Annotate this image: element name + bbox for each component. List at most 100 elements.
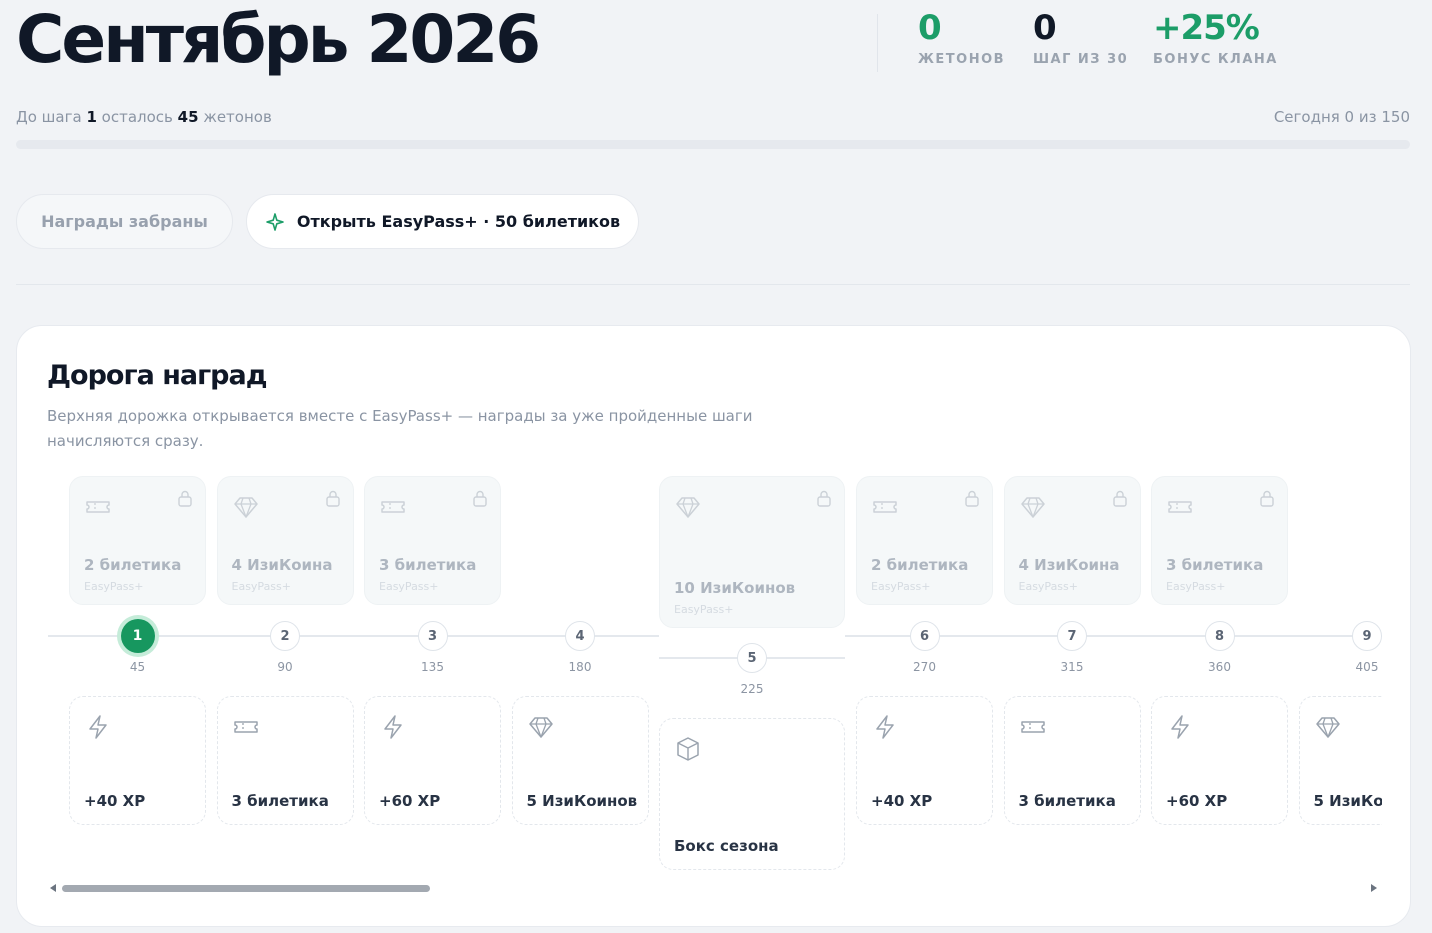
- free-reward-label: 5 ИзиКоинов: [1313, 792, 1383, 810]
- free-reward-label: +60 XP: [379, 792, 441, 810]
- diamond-icon: [1019, 493, 1047, 521]
- premium-tag: EasyPass+: [1166, 580, 1226, 593]
- premium-reward-tile[interactable]: 3 билетика EasyPass+: [364, 476, 501, 605]
- free-reward-tile[interactable]: 3 билетика: [216, 696, 354, 825]
- lock-icon: [325, 489, 341, 507]
- ticket-icon: [871, 493, 899, 521]
- premium-tag: EasyPass+: [379, 580, 439, 593]
- step-token-value: 360: [1208, 660, 1231, 674]
- step-token-value: 405: [1355, 660, 1379, 674]
- step-node[interactable]: 3: [417, 621, 448, 651]
- free-reward-label: +60 XP: [1166, 792, 1228, 810]
- free-reward-label: 3 билетика: [231, 792, 329, 810]
- premium-reward-tile[interactable]: 4 ИзиКоина EasyPass+: [216, 476, 354, 605]
- free-reward-label: +40 XP: [84, 792, 146, 810]
- ticket-icon: [232, 713, 260, 741]
- premium-reward-tile[interactable]: 10 ИзиКоинов EasyPass+: [659, 476, 845, 628]
- step-node[interactable]: 5: [737, 643, 767, 673]
- ticket-icon: [84, 493, 112, 521]
- lock-icon: [1112, 489, 1128, 507]
- premium-reward-tile[interactable]: 2 билетика EasyPass+: [856, 476, 993, 605]
- section-divider: [16, 284, 1410, 285]
- header-divider: [877, 14, 878, 72]
- step-token-value: 90: [277, 660, 293, 674]
- stat-tokens-label: ЖЕТОНОВ: [918, 52, 1006, 68]
- roadmap-title: Дорога наград: [47, 360, 268, 391]
- free-reward-tile[interactable]: 3 билетика: [1003, 696, 1141, 825]
- ticket-icon: [379, 493, 407, 521]
- step-node[interactable]: 2: [270, 621, 300, 651]
- free-reward-tile[interactable]: +40 XP: [856, 696, 993, 825]
- step-token-value: 180: [568, 660, 592, 674]
- step-node[interactable]: 9: [1352, 621, 1382, 651]
- scroll-left-arrow[interactable]: [50, 884, 56, 892]
- stat-clan-bonus-value: +25%: [1153, 8, 1260, 48]
- step-node[interactable]: 8: [1204, 621, 1235, 651]
- stat-tokens-value: 0: [918, 8, 942, 48]
- rewards-road-card: Дорога наград Верхняя дорожка открываетс…: [16, 325, 1411, 927]
- free-reward-label: 3 билетика: [1018, 792, 1116, 810]
- open-easypass-button[interactable]: Открыть EasyPass+ · 50 билетиков: [246, 194, 639, 249]
- stat-step: 0 ШАГ ИЗ 30: [1033, 8, 1129, 68]
- premium-tag: EasyPass+: [871, 580, 931, 593]
- step-node[interactable]: 1: [120, 619, 155, 653]
- progress-suffix: жетонов: [203, 108, 272, 126]
- stat-clan-bonus-label: БОНУС КЛАНА: [1153, 52, 1278, 68]
- premium-reward-label: 3 билетика: [1166, 556, 1264, 574]
- free-reward-tile[interactable]: Бокс сезона: [659, 718, 845, 870]
- premium-tag: EasyPass+: [84, 580, 144, 593]
- premium-reward-label: 2 билетика: [84, 556, 182, 574]
- progress-prefix: До шага: [16, 108, 82, 126]
- step-node[interactable]: 7: [1057, 621, 1087, 651]
- free-reward-label: 5 ИзиКоинов: [526, 792, 638, 810]
- free-reward-tile[interactable]: +60 XP: [364, 696, 501, 825]
- free-reward-tile[interactable]: 5 ИзиКоинов: [1298, 696, 1383, 825]
- scrollbar-thumb[interactable]: [62, 885, 430, 892]
- progress-remaining: 45: [177, 108, 199, 126]
- premium-reward-tile[interactable]: 2 билетика EasyPass+: [69, 476, 206, 605]
- step-node[interactable]: 6: [909, 621, 940, 651]
- open-easypass-label: Открыть EasyPass+ · 50 билетиков: [296, 212, 621, 231]
- diamond-icon: [527, 713, 555, 741]
- step-token-value: 225: [740, 682, 764, 696]
- step-node[interactable]: 4: [565, 621, 595, 651]
- step-token-value: 270: [913, 660, 936, 674]
- scroll-right-arrow[interactable]: [1371, 884, 1377, 892]
- ticket-icon: [1019, 713, 1047, 741]
- premium-reward-tile[interactable]: 4 ИзиКоина EasyPass+: [1003, 476, 1141, 605]
- bolt-icon: [871, 713, 899, 741]
- progress-bar: [16, 140, 1410, 149]
- bolt-icon: [1166, 713, 1194, 741]
- lock-icon: [1259, 489, 1275, 507]
- step-token-value: 45: [129, 660, 146, 674]
- diamond-icon: [1314, 713, 1342, 741]
- ticket-icon: [1166, 493, 1194, 521]
- bolt-icon: [379, 713, 407, 741]
- progress-middle: осталось: [101, 108, 173, 126]
- rewards-track[interactable]: 2 билетика EasyPass+ 1 45 +40 XP 4 ИзиКоина Ea…: [48, 476, 1382, 886]
- today-progress: Сегодня 0 из 150: [1273, 108, 1410, 126]
- premium-tag: EasyPass+: [1018, 580, 1079, 593]
- premium-reward-label: 2 билетика: [871, 556, 969, 574]
- free-reward-tile[interactable]: +60 XP: [1151, 696, 1288, 825]
- free-reward-tile[interactable]: +40 XP: [69, 696, 206, 825]
- premium-reward-label: 10 ИзиКоинов: [674, 579, 796, 597]
- free-reward-label: +40 XP: [871, 792, 933, 810]
- premium-tag: EasyPass+: [231, 580, 292, 593]
- free-reward-tile[interactable]: 5 ИзиКоинов: [511, 696, 649, 825]
- premium-reward-label: 3 билетика: [379, 556, 477, 574]
- premium-reward-tile[interactable]: 3 билетика EasyPass+: [1151, 476, 1288, 605]
- stat-tokens: 0 ЖЕТОНОВ: [918, 8, 1006, 68]
- sparkle-icon: [265, 212, 285, 232]
- lock-icon: [177, 489, 193, 507]
- stat-step-label: ШАГ ИЗ 30: [1033, 52, 1129, 68]
- step-token-value: 135: [421, 660, 444, 674]
- page-title: Сентябрь 2026: [16, 1, 541, 78]
- rewards-claimed-button[interactable]: Награды забраны: [16, 194, 233, 249]
- stat-step-value: 0: [1033, 8, 1057, 48]
- step-token-value: 315: [1060, 660, 1084, 674]
- rewards-claimed-label: Награды забраны: [41, 212, 208, 231]
- lock-icon: [472, 489, 488, 507]
- premium-reward-label: 4 ИзиКоина: [231, 556, 333, 574]
- bolt-icon: [84, 713, 112, 741]
